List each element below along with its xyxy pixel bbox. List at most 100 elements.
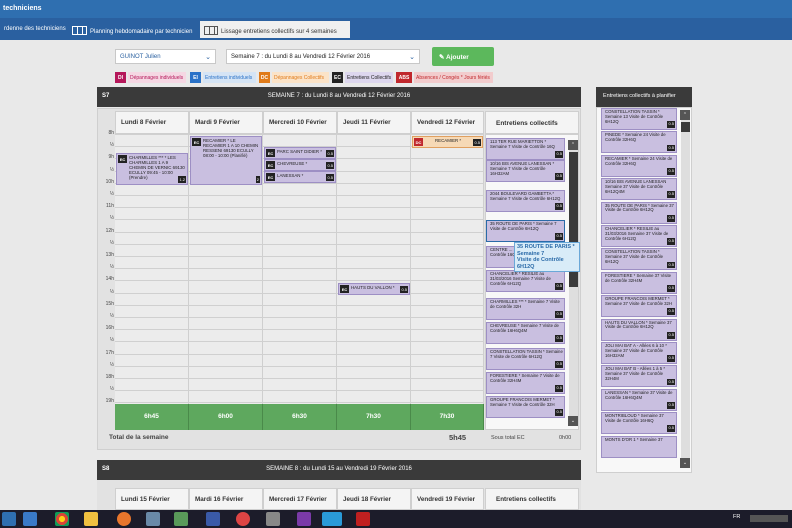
to-plan-item[interactable]: MONTS D'OR 1 * Semaine 37	[601, 435, 677, 458]
grid-line	[115, 365, 484, 367]
scroll-up-icon[interactable]: ⌃	[568, 140, 578, 150]
ec-item-text: CONSTELLATION TASSIN * Semaine 7 Visite …	[490, 349, 563, 359]
to-plan-item[interactable]: PINEDE * Semaine 24 Visite de Contrôle 3…	[601, 131, 677, 154]
duration: 0.5	[667, 425, 675, 433]
to-plan-item[interactable]: JOLI MAI BAT B - Allées 1 à 5 * Semaine …	[601, 365, 677, 388]
scroll-down-icon[interactable]: ⌄	[568, 416, 578, 426]
scroll-up-icon[interactable]: ⌃	[680, 110, 690, 120]
ec-item[interactable]: CHARMILLES *** * Semaine 7 Visite de Con…	[486, 298, 565, 320]
duration: 0.5	[667, 144, 675, 152]
start-icon[interactable]	[2, 512, 16, 526]
grid-line	[115, 292, 484, 294]
app-icon[interactable]	[322, 512, 342, 526]
duration: 0.5	[667, 285, 675, 292]
to-plan-item[interactable]: FORESTIERE * Semaine 37 Visite de Contrô…	[601, 271, 677, 294]
hour-label: 15h	[105, 300, 114, 307]
appointment[interactable]: EC LANESSAN * 0.5	[264, 171, 336, 183]
folder-icon[interactable]	[84, 512, 98, 526]
language-indicator[interactable]: FR	[733, 514, 740, 520]
appointment-text: PARC SAINT DIDIER *	[277, 149, 322, 154]
appointment[interactable]: EC CHARMILLES *** * LES CHARMILLES 1 A 9 …	[116, 153, 188, 185]
to-plan-scrollbar-thumb[interactable]	[681, 122, 690, 132]
ec-item[interactable]: CHEVREUSE * Semaine 7 Visite de Contrôle…	[486, 322, 565, 344]
to-plan-header: Entretiens collectifs à planifier	[596, 87, 692, 107]
appointment[interactable]: EC CHEVREUSE * 0.5	[264, 159, 336, 171]
ec-item-text: CHANCELIER * RESILIE au 31/03/2016 Semai…	[490, 271, 551, 286]
appointment[interactable]: EC HAUTS DU VALLON * 0.5	[338, 283, 410, 295]
tools-icon[interactable]	[146, 512, 160, 526]
app-icon[interactable]	[174, 512, 188, 526]
ec-item[interactable]: CONSTELLATION TASSIN * Semaine 7 Visite …	[486, 348, 565, 370]
duration: 0.5	[555, 385, 563, 392]
duration: 0.5	[326, 150, 334, 157]
day-total: 7h30	[411, 404, 484, 430]
to-plan-item-text: LANESSAN * Semaine 37 Visite de Contrôle…	[605, 389, 673, 400]
ec-item[interactable]: 113 TER RUE MARIETTON * Semaine 7 Visite…	[486, 138, 565, 160]
to-plan-item[interactable]: 35 ROUTE DE PARIS * Semaine 37 Visite de…	[601, 201, 677, 224]
to-plan-scrollbar[interactable]	[681, 112, 690, 467]
to-plan-item[interactable]: RECAMIER * Semaine 24 Visite de Contrôle…	[601, 154, 677, 177]
ec-item[interactable]: 2044 BOULEVARD GAMBETTA * Semaine 7 Visi…	[486, 190, 565, 212]
week-select[interactable]: Semaine 7 : du Lundi 8 au Vendredi 12 Fé…	[226, 49, 420, 64]
app-icon[interactable]	[236, 512, 250, 526]
to-plan-item[interactable]: GROUPE FRANCOIS MERMET * Semaine 37 Visi…	[601, 295, 677, 318]
hour-label: ½	[109, 215, 114, 222]
add-button[interactable]: ✎ Ajouter	[432, 47, 494, 66]
visual-studio-icon[interactable]	[297, 512, 311, 526]
to-plan-item[interactable]: CONSTELLATION TASSIN * Semaine 13 Visite…	[601, 108, 677, 130]
appointment[interactable]: EC PARC SAINT DIDIER * 0.5	[264, 147, 336, 159]
day-header-thursday: Jeudi 11 Février	[337, 111, 411, 134]
to-plan-item[interactable]: LANESSAN * Semaine 37 Visite de Contrôle…	[601, 388, 677, 411]
tab-ordonnance[interactable]: rdenne des techniciens	[0, 21, 66, 38]
duration: 0.5	[667, 238, 675, 245]
app-icon[interactable]	[266, 512, 280, 526]
hour-label: ½	[109, 361, 114, 368]
to-plan-item-text: JOLI MAI BAT B - Allées 1 à 5 * Semaine …	[605, 366, 666, 381]
to-plan-item[interactable]: JOLI MAI BAT A - Allées 6 à 10 * Semaine…	[601, 342, 677, 364]
firefox-icon[interactable]	[117, 512, 131, 526]
appointment[interactable]: DC RECAMIER * 0.5	[412, 136, 483, 148]
to-plan-item[interactable]: HAUTS DU VALLON * Semaine 37 Visite de C…	[601, 318, 677, 341]
ec-item[interactable]: GROUPE FRANCOIS MERMET * Semaine 7 Visit…	[486, 396, 565, 418]
grid-icon	[204, 26, 218, 35]
grid-line	[115, 378, 484, 379]
chrome-icon[interactable]	[55, 512, 69, 526]
to-plan-item[interactable]: CHANCELIER * RESILIE au 31/03/2016 Semai…	[601, 225, 677, 247]
type-badge: EC	[266, 161, 275, 169]
media-icon[interactable]	[23, 512, 37, 526]
type-badge: DC	[414, 138, 423, 146]
technician-value: GUINOT Julien	[120, 54, 161, 60]
appointment-text: RECAMIER *	[435, 138, 462, 143]
tab-weekly-planning[interactable]: Planning hebdomadaire par technicien	[68, 21, 198, 38]
ec-item[interactable]: 35 ROUTE DE PARIS * Semaine 7 Visite de …	[486, 220, 565, 242]
ec-item[interactable]: 10/16 BIS AVENUE LANESSAN * Semaine 7 Vi…	[486, 160, 565, 182]
duration: 0.5	[555, 361, 563, 368]
technician-select[interactable]: GUINOT Julien ⌄	[115, 49, 216, 64]
appointment[interactable]: EC RECAMIER * LE RECAMIER 1 A 10 CHEMIN R…	[190, 136, 262, 185]
grid-line	[115, 304, 484, 306]
app-icon[interactable]	[356, 512, 370, 526]
duration: 0.5	[667, 214, 675, 222]
to-plan-item[interactable]: MONTRIBLOUD * Semaine 37 Visite de Contr…	[601, 412, 677, 435]
app-icon[interactable]	[206, 512, 220, 526]
ec-item[interactable]: CHANCELIER * RESILIE au 31/03/2016 Semai…	[486, 270, 565, 292]
ec-item-text: CHEVREUSE * Semaine 7 Visite de Contrôle…	[490, 323, 559, 333]
duration: 0.5	[555, 335, 563, 342]
duration: 0.5	[667, 261, 675, 269]
to-plan-item[interactable]: CONSTELLATION TASSIN * Semaine 37 Visite…	[601, 248, 677, 271]
hour-label: 9h	[108, 154, 114, 161]
ec-item[interactable]: FORESTIERE * Semaine 7 Visite de Contrôl…	[486, 372, 565, 394]
to-plan-item-text: RECAMIER * Semaine 24 Visite de Contrôle…	[605, 155, 673, 166]
scroll-down-icon[interactable]: ⌄	[680, 458, 690, 468]
hour-label: ½	[109, 166, 114, 173]
grid-line	[115, 134, 484, 135]
duration: 0.5	[473, 139, 481, 146]
day-header: Mercredi 17 Février	[263, 488, 337, 510]
legend-ei-badge: EI	[190, 72, 201, 83]
pencil-icon: ✎	[439, 54, 447, 61]
system-tray-icons[interactable]	[750, 515, 788, 522]
duration: 0.5	[667, 121, 675, 128]
tab-lissage[interactable]: Lissage entretiens collectifs sur 4 sema…	[200, 21, 350, 38]
to-plan-item[interactable]: 10/16 BIS AVENUE LANESSAN Semaine 37 Vis…	[601, 178, 677, 201]
hour-label: 10h	[105, 178, 114, 185]
